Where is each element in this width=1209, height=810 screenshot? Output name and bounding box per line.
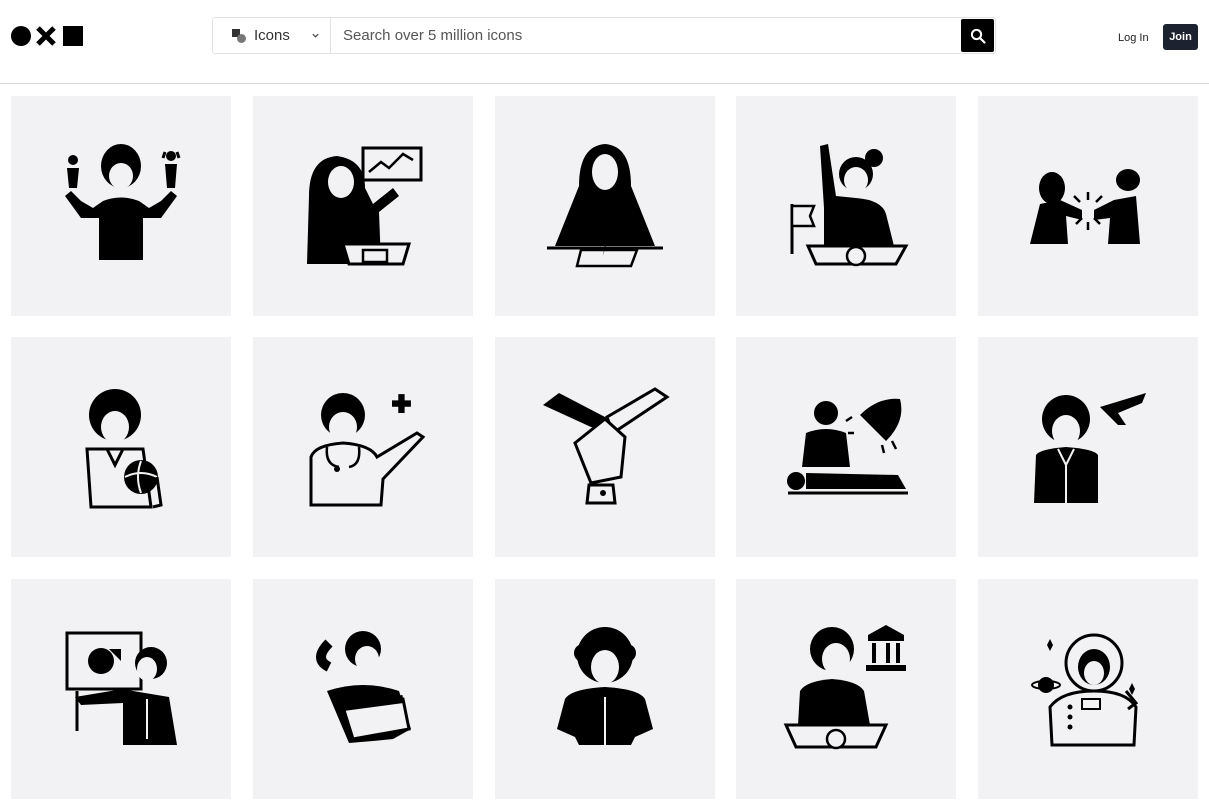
- join-button[interactable]: Join: [1163, 24, 1198, 50]
- site-logo[interactable]: [11, 25, 89, 47]
- icon-result-tile[interactable]: [11, 579, 231, 799]
- logo-cross: [36, 26, 56, 46]
- icon-result-tile[interactable]: [978, 579, 1198, 799]
- hijab-woman-writing-icon: [547, 144, 663, 268]
- search-input[interactable]: [331, 18, 960, 53]
- top-bar: Icons Log In Join: [0, 0, 1209, 84]
- logo-circle: [11, 26, 31, 46]
- log-in-link[interactable]: Log In: [1113, 28, 1154, 48]
- woman-raising-hand-podium-icon: [790, 144, 909, 267]
- curly-hair-woman-icon: [557, 627, 653, 745]
- female-pilot-icon: [1034, 393, 1146, 503]
- woman-teacher-pie-chart-icon: [65, 631, 177, 745]
- search-bar: Icons: [212, 17, 996, 54]
- icon-result-tile[interactable]: [253, 579, 473, 799]
- female-astronaut-icon: [1031, 633, 1139, 747]
- icon-result-tile[interactable]: [978, 96, 1198, 316]
- icon-result-tile[interactable]: [978, 337, 1198, 557]
- icon-result-tile[interactable]: [253, 96, 473, 316]
- surgeon-with-patient-icon: [787, 398, 908, 495]
- woman-with-clapperboard-icon: [316, 631, 411, 743]
- female-doctor-icon: [309, 393, 426, 507]
- search-type-label: Icons: [254, 27, 290, 44]
- icon-result-tile[interactable]: [495, 337, 715, 557]
- hijab-woman-presenting-chart-icon: [307, 146, 423, 266]
- icons-type-icon: [232, 28, 246, 43]
- search-icon: [970, 28, 986, 44]
- woman-politician-icon: [783, 625, 906, 750]
- icon-result-tile[interactable]: [11, 96, 231, 316]
- woman-holding-figures-icon: [65, 144, 181, 260]
- icon-result-tile[interactable]: [736, 96, 956, 316]
- chevron-down-icon: [312, 33, 319, 38]
- icon-result-tile[interactable]: [495, 96, 715, 316]
- stacked-hands-icon: [543, 387, 670, 505]
- woman-with-volleyball-icon: [85, 389, 163, 509]
- search-type-dropdown[interactable]: Icons: [213, 18, 331, 53]
- search-button[interactable]: [961, 19, 994, 52]
- women-fist-bump-icon: [1030, 169, 1140, 244]
- icon-result-tile[interactable]: [736, 579, 956, 799]
- logo-square: [63, 26, 83, 46]
- icon-result-tile[interactable]: [495, 579, 715, 799]
- icon-result-tile[interactable]: [253, 337, 473, 557]
- icon-result-tile[interactable]: [736, 337, 956, 557]
- icon-result-tile[interactable]: [11, 337, 231, 557]
